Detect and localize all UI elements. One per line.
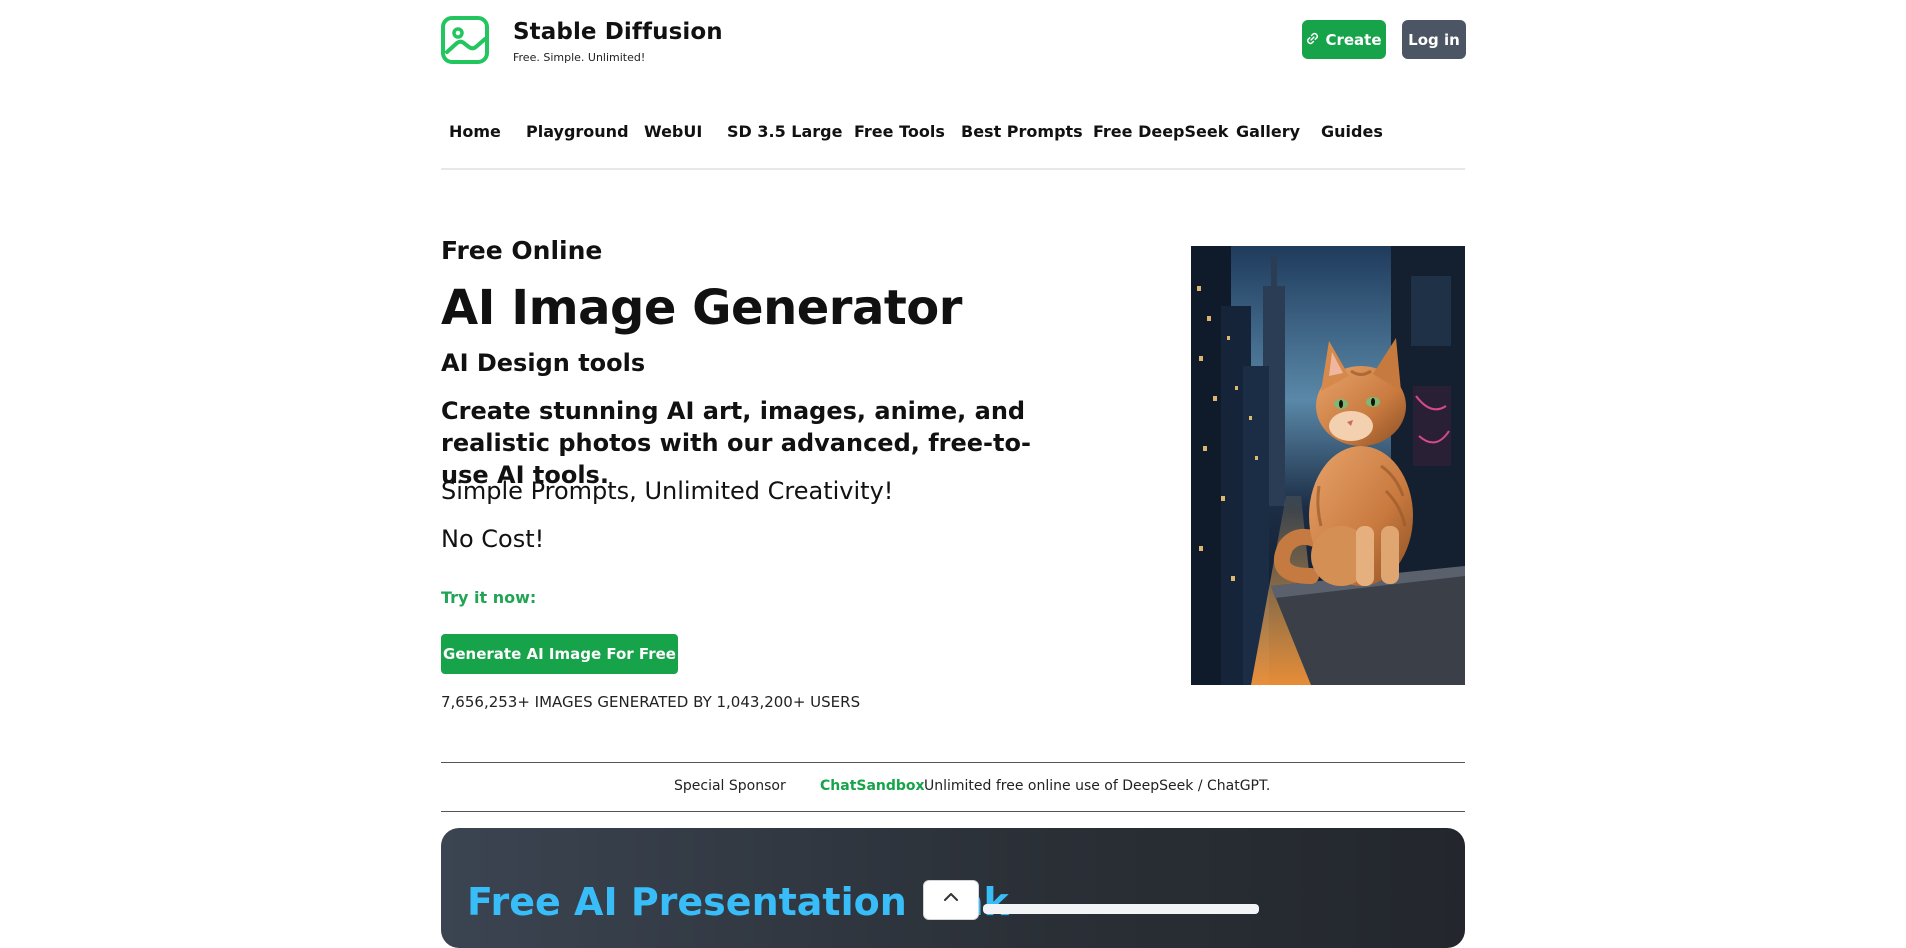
nav-item-home[interactable]: Home [449,122,501,141]
main-nav: Home Playground WebUI SD 3.5 Large Free … [441,118,1465,170]
generate-image-button[interactable]: Generate AI Image For Free [441,634,678,674]
sponsor-bar: Special Sponsor ChatSandbox Unlimited fr… [441,762,1465,812]
brand-tagline: Free. Simple. Unlimited! [513,51,646,64]
hero-line-cost: No Cost! [441,525,545,553]
login-button[interactable]: Log in [1402,20,1466,59]
create-button-label: Create [1325,30,1382,49]
create-button[interactable]: Create [1302,20,1386,59]
hero-line-prompts: Simple Prompts, Unlimited Creativity! [441,477,894,505]
usage-stats: 7,656,253+ IMAGES GENERATED BY 1,043,200… [441,693,861,711]
brand-title[interactable]: Stable Diffusion [513,19,723,45]
try-it-label: Try it now: [441,588,537,607]
nav-item-playground[interactable]: Playground [526,122,629,141]
nav-item-guides[interactable]: Guides [1321,122,1383,141]
nav-item-free-deepseek[interactable]: Free DeepSeek [1093,122,1228,141]
nav-item-webui[interactable]: WebUI [644,122,702,141]
hero-subtitle: AI Design tools [441,349,646,377]
nav-item-free-tools[interactable]: Free Tools [854,122,945,141]
nav-item-sd35-large[interactable]: SD 3.5 Large [727,122,842,141]
chevron-up-icon [943,887,959,919]
hero-title: AI Image Generator [441,280,962,336]
promo-panel [983,904,1259,914]
link-icon [1306,31,1319,49]
hero-cat-image [1191,246,1465,685]
scroll-up-button[interactable] [923,880,979,920]
sponsor-label: Special Sponsor [674,778,786,794]
nav-item-best-prompts[interactable]: Best Prompts [961,122,1083,141]
nav-item-gallery[interactable]: Gallery [1236,122,1300,141]
hero-kicker: Free Online [441,236,603,265]
sponsor-link[interactable]: ChatSandbox [820,778,925,794]
sponsor-description: Unlimited free online use of DeepSeek / … [924,778,1271,794]
image-logo-icon[interactable] [441,16,489,64]
